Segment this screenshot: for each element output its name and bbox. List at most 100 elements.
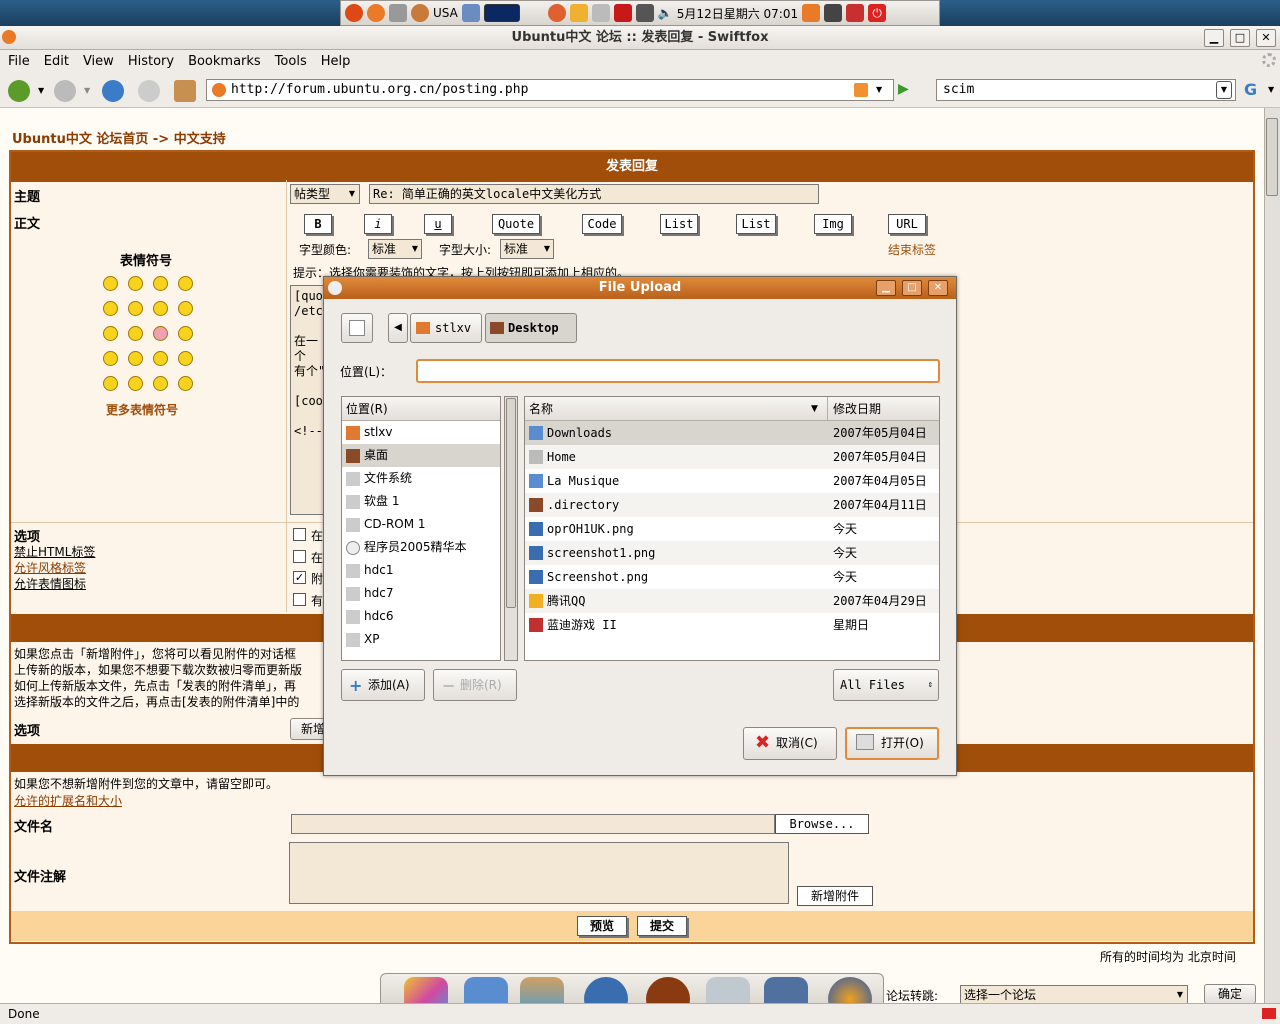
jump-go-button[interactable]: 确定 xyxy=(1204,984,1256,1004)
file-row[interactable]: oprOH1UK.png 今天 xyxy=(525,517,939,541)
menu-history[interactable]: History xyxy=(128,54,174,69)
search-engine-dropdown-icon[interactable]: ▼ xyxy=(1268,85,1274,94)
dialog-close-button[interactable]: ✕ xyxy=(928,280,948,296)
menu-file[interactable]: File xyxy=(8,54,30,69)
close-tags-link[interactable]: 结束标签 xyxy=(888,241,936,258)
power-icon[interactable]: ⏻ xyxy=(868,4,887,22)
back-dropdown-icon[interactable]: ▼ xyxy=(38,86,44,95)
img-button[interactable]: Img xyxy=(814,214,852,234)
submit-button[interactable]: 提交 xyxy=(637,916,687,936)
laugh-icon[interactable] xyxy=(178,301,193,316)
firefox-launcher-icon[interactable] xyxy=(367,4,385,22)
browse-button[interactable]: Browse... xyxy=(775,814,869,834)
arrow-icon[interactable] xyxy=(178,376,193,391)
file-row[interactable]: .directory 2007年04月11日 xyxy=(525,493,939,517)
location-input[interactable] xyxy=(416,359,940,383)
code-button[interactable]: Code xyxy=(582,214,622,234)
wink-icon[interactable] xyxy=(178,351,193,366)
dialog-maximize-button[interactable]: □ xyxy=(902,280,922,296)
forward-icon[interactable] xyxy=(54,80,76,102)
forum-jump-select[interactable]: 选择一个论坛 ▼ xyxy=(960,985,1188,1005)
menu-view[interactable]: View xyxy=(83,54,114,69)
italic-button[interactable]: i xyxy=(364,214,392,234)
place-hdc1[interactable]: hdc1 xyxy=(342,559,500,582)
name-column-header[interactable]: 名称 xyxy=(529,402,553,416)
breadcrumb-section[interactable]: 中文支持 xyxy=(174,132,226,147)
option-checkbox[interactable] xyxy=(293,550,306,563)
file-row[interactable]: 腾讯QQ 2007年04月29日 xyxy=(525,589,939,613)
comment-textarea[interactable] xyxy=(289,842,789,904)
subject-input[interactable]: Re: 简单正确的英文locale中文美化方式 xyxy=(369,184,819,204)
vertical-scrollbar[interactable] xyxy=(1264,108,1280,1003)
evil-icon[interactable] xyxy=(103,351,118,366)
places-scrollbar-thumb[interactable] xyxy=(506,398,516,608)
tray-screen-icon[interactable] xyxy=(846,4,865,22)
tray-window-icon[interactable] xyxy=(824,4,843,22)
smile-icon[interactable] xyxy=(128,276,143,291)
file-filter-select[interactable]: All Files ⇕ xyxy=(833,669,939,701)
file-row[interactable]: 蓝迪游戏 II 星期日 xyxy=(525,613,939,637)
breadcrumb-home[interactable]: Ubuntu中文 论坛首页 xyxy=(12,132,148,147)
confused-icon[interactable] xyxy=(103,301,118,316)
allowed-extensions-link[interactable]: 允许的扩展名和大小 xyxy=(14,792,122,809)
file-row[interactable]: Screenshot.png 今天 xyxy=(525,565,939,589)
ubuntu-menu-icon[interactable] xyxy=(345,4,363,22)
go-icon[interactable]: ▶ xyxy=(898,81,909,97)
twisted-icon[interactable] xyxy=(128,351,143,366)
search-dropdown-icon[interactable]: ▼ xyxy=(1216,81,1232,99)
option-checkbox-checked[interactable]: ✓ xyxy=(293,571,306,584)
url-dropdown-icon[interactable]: ▼ xyxy=(876,85,882,94)
cool-icon[interactable] xyxy=(153,301,168,316)
sad-icon[interactable] xyxy=(153,276,168,291)
cry-icon[interactable] xyxy=(178,326,193,341)
add-attachment-submit[interactable]: 新增附件 xyxy=(797,886,873,906)
clock[interactable]: 5月12日星期六 07:01 xyxy=(677,5,798,22)
filename-input[interactable] xyxy=(291,814,775,834)
place-cdrom[interactable]: CD-ROM 1 xyxy=(342,513,500,536)
option-checkbox[interactable] xyxy=(293,593,306,606)
place-xp[interactable]: XP xyxy=(342,628,500,651)
volume-icon[interactable]: 🔈 xyxy=(658,6,673,20)
settings-icon[interactable] xyxy=(389,4,407,22)
back-icon[interactable] xyxy=(8,80,30,102)
smile-icon[interactable] xyxy=(103,276,118,291)
search-input[interactable]: scim xyxy=(936,79,1236,101)
close-button[interactable]: ✕ xyxy=(1256,29,1276,47)
file-row[interactable]: Downloads 2007年05月04日 xyxy=(525,421,939,445)
menu-tools[interactable]: Tools xyxy=(275,54,307,69)
user-icon[interactable] xyxy=(547,4,566,22)
underline-button[interactable]: u xyxy=(424,214,452,234)
ordered-list-button[interactable]: List xyxy=(736,214,776,234)
reload-icon[interactable] xyxy=(102,80,124,102)
list-button[interactable]: List xyxy=(660,214,698,234)
exclaim-icon[interactable] xyxy=(103,376,118,391)
forward-dropdown-icon[interactable]: ▼ xyxy=(84,86,90,95)
places-scrollbar[interactable] xyxy=(504,396,518,661)
place-desktop[interactable]: 桌面 xyxy=(342,444,500,467)
dialog-minimize-button[interactable]: ▁ xyxy=(876,280,896,296)
font-color-select[interactable]: 标准 ▼ xyxy=(368,239,422,259)
path-back-button[interactable]: ◀ xyxy=(388,313,408,343)
preview-button[interactable]: 预览 xyxy=(577,916,627,936)
mad-icon[interactable] xyxy=(103,326,118,341)
minimize-button[interactable]: ▁ xyxy=(1204,29,1224,47)
home-icon[interactable] xyxy=(174,80,196,102)
bold-button[interactable]: B xyxy=(304,214,332,234)
url-input[interactable]: http://forum.ubuntu.org.cn/posting.php xyxy=(206,79,894,101)
keyboard-layout[interactable]: USA xyxy=(433,6,458,20)
bbcode-status-link[interactable]: 允许风格标签 xyxy=(14,559,86,576)
date-column-header[interactable]: 修改日期 xyxy=(833,397,881,421)
google-icon[interactable]: G xyxy=(1244,80,1257,99)
place-hdc7[interactable]: hdc7 xyxy=(342,582,500,605)
menu-bookmarks[interactable]: Bookmarks xyxy=(188,54,261,69)
question-icon[interactable] xyxy=(128,376,143,391)
place-mounted-cd[interactable]: 程序员2005精华本 xyxy=(342,536,500,559)
place-floppy[interactable]: 软盘 1 xyxy=(342,490,500,513)
roll-eyes-icon[interactable] xyxy=(153,351,168,366)
post-type-select[interactable]: 帖类型 ▼ xyxy=(290,184,360,204)
place-hdc6[interactable]: hdc6 xyxy=(342,605,500,628)
place-home[interactable]: stlxv xyxy=(342,421,500,444)
printer-icon[interactable] xyxy=(591,4,610,22)
rss-icon[interactable] xyxy=(854,83,868,97)
lock-icon[interactable] xyxy=(569,4,588,22)
